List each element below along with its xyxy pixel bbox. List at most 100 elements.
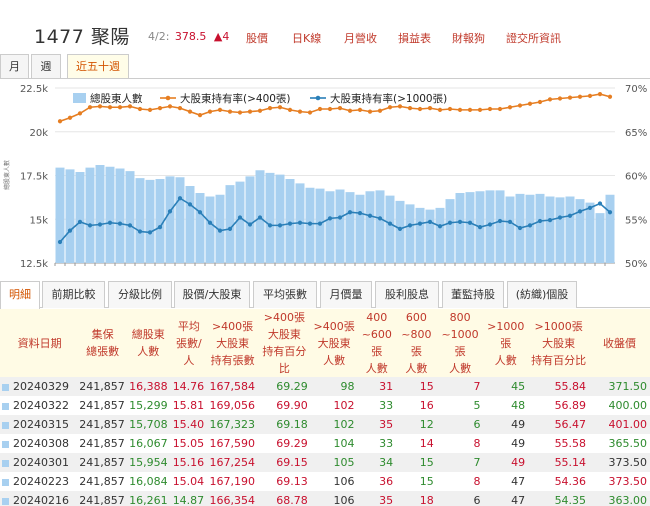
bar-total-holders [75,172,85,263]
cell-c400: 36 [357,472,397,491]
column-header-line: >400張 [211,319,254,333]
series-1000-point [267,223,273,228]
bar-total-holders [315,188,325,263]
series-1000-point [107,220,113,225]
bar-total-holders [365,191,375,263]
tab-director-holdings[interactable]: 董監持股 [442,281,504,308]
nav-link-monthly-revenue[interactable]: 月營收 [344,30,377,46]
cell-c400: 33 [357,434,397,453]
tab-month[interactable]: 月 [0,54,29,78]
series-1000-point [247,222,253,227]
tab-avg-lots[interactable]: 平均張數 [253,281,317,308]
bar-total-holders [585,202,595,263]
column-header-line: 400 [366,311,388,324]
series-400-point [367,109,373,114]
bar-total-holders [335,189,345,263]
series-1000-point [277,223,283,228]
series-1000-point [367,213,373,218]
cell-avg: 15.81 [170,396,208,415]
series-400-point [477,107,483,112]
column-header-line: 收盤價 [603,336,637,350]
column-header-line: 資料日期 [17,336,62,350]
cell-big_lots: 167,323 [207,415,258,434]
y-right-tick-label: 55% [625,215,647,226]
cell-big_count: 106 [310,472,358,491]
bar-total-holders [495,190,505,263]
series-1000-point [307,221,313,226]
quote-price: 378.5 [174,30,207,43]
nav-link-statementdog[interactable]: 財報狗 [452,30,485,46]
tab-monthly-volume[interactable]: 月價量 [320,281,372,308]
table-row[interactable]: 20240301 241,857 15,954 15.16 167,254 69.15 10… [0,453,650,472]
cell-c600: 18 [396,491,437,506]
nav-link-price[interactable]: 股價 [246,30,268,46]
series-400-point [527,101,533,106]
tab-last-50-weeks[interactable]: 近五十週 [67,54,129,78]
cell-c600: 14 [396,434,437,453]
series-1000-point [347,210,353,215]
nav-link-kline[interactable]: 日K線 [292,30,321,46]
column-header-line: 集保 [91,328,114,341]
series-1000-point [397,226,403,231]
cell-c400: 33 [357,396,397,415]
series-1000-point [87,223,93,228]
series-1000-point [517,225,523,231]
y-left-tick-label: 12.5k [20,259,48,270]
tab-period-compare[interactable]: 前期比較 [42,281,105,308]
cell-big_count: 102 [310,415,358,434]
table-row[interactable]: 20240322 241,857 15,299 15.81 169,056 69.90 10… [0,396,650,415]
series-1000-point [97,222,103,227]
table-row[interactable]: 20240223 241,857 16,084 15.04 167,190 69.13 10… [0,472,650,491]
tab-week[interactable]: 週 [31,54,61,78]
series-400-point [427,106,433,111]
series-1000-point [357,211,363,216]
y-right-tick-label: 70% [625,84,647,95]
cell-close: 373.50 [589,453,650,472]
bar-total-holders [275,174,285,263]
legend-swatch-dot-400 [165,95,171,101]
nav-link-income-statement[interactable]: 損益表 [398,30,431,46]
tab-dividends[interactable]: 股利股息 [375,281,439,308]
tab-price-major-holders[interactable]: 股價/大股東 [174,281,250,308]
quote-date: 4/2: [148,30,170,43]
table-row[interactable]: 20240315 241,857 15,708 15.40 167,323 69.18 10… [0,415,650,434]
column-header-line: 持有張數 [210,353,255,367]
cell-c800: 6 [436,415,484,434]
bar-total-holders [225,185,235,263]
cell-big_pct: 69.18 [257,415,311,434]
series-400-point [597,92,603,97]
nav-link-twse-info[interactable]: 證交所資訊 [506,30,561,46]
series-400-point [187,109,193,114]
series-1000-point [597,201,603,206]
column-header: 400 ~600張 人數 [357,309,397,377]
column-header: >400張 大股東 人數 [310,309,358,377]
row-marker-icon [2,383,9,391]
cell-date-text: 20240216 [13,494,69,506]
tab-details[interactable]: 明細 [0,281,40,309]
series-1000-point [447,220,453,225]
bar-total-holders [265,172,275,263]
table-row[interactable]: 20240329 241,857 16,388 14.76 167,584 69.29 98… [0,377,650,396]
table-row[interactable]: 20240216 241,857 16,261 14.87 166,354 68.78 10… [0,491,650,506]
cell-big_lots: 169,056 [207,396,258,415]
tab-tier-ratio[interactable]: 分級比例 [108,281,172,308]
bar-total-holders [385,195,395,263]
column-header: >1000張 大股東 持有百分比 [528,309,590,377]
series-1000-point [317,221,323,226]
stock-code: 1477 [34,26,85,48]
series-400-point [277,105,283,110]
bar-total-holders [375,190,385,263]
column-header-line: 大股東 [542,336,576,350]
bar-total-holders [245,176,255,263]
tab-industry-stocks[interactable]: (紡織)個股 [507,281,577,308]
cell-c800: 7 [436,453,484,472]
cell-date: 20240329 [0,377,80,396]
cell-big_count: 98 [310,377,358,396]
series-400-point [447,106,453,112]
cell-date-text: 20240301 [13,456,69,469]
stock-title: 1477 聚陽 [34,22,130,49]
cell-close: 365.50 [589,434,650,453]
table-row[interactable]: 20240308 241,857 16,067 15.05 167,590 69.29 10… [0,434,650,453]
series-400-point [327,106,333,112]
cell-date-text: 20240223 [13,475,69,488]
